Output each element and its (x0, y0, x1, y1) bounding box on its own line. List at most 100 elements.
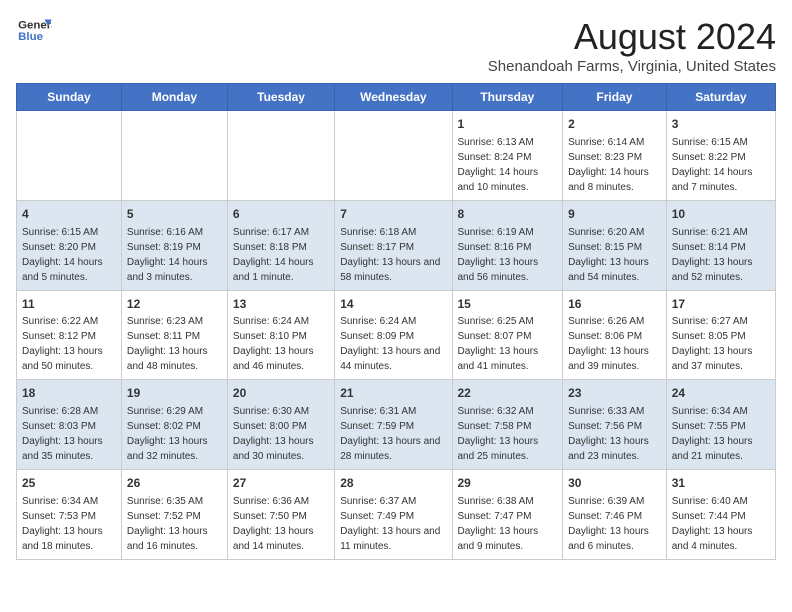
day-cell: 30 Sunrise: 6:39 AM Sunset: 7:46 PM Dayli… (563, 470, 667, 560)
svg-text:Blue: Blue (18, 31, 43, 43)
day-number: 4 (22, 206, 116, 223)
header-cell-wednesday: Wednesday (335, 84, 452, 111)
day-info: Sunrise: 6:15 AM Sunset: 8:20 PM Dayligh… (22, 225, 116, 285)
day-info: Sunrise: 6:40 AM Sunset: 7:44 PM Dayligh… (672, 494, 770, 554)
day-number: 5 (127, 206, 222, 223)
day-cell: 11Sunrise: 6:22 AM Sunset: 8:12 PM Dayli… (17, 290, 122, 380)
day-info: Sunrise: 6:29 AM Sunset: 8:02 PM Dayligh… (127, 404, 222, 464)
day-number: 21 (340, 385, 446, 402)
day-info: Sunrise: 6:26 AM Sunset: 8:06 PM Dayligh… (568, 314, 661, 374)
day-number: 8 (458, 206, 558, 223)
day-number: 31 (672, 475, 770, 492)
day-cell: 27Sunrise: 6:36 AM Sunset: 7:50 PM Dayli… (227, 470, 334, 560)
header-cell-monday: Monday (121, 84, 227, 111)
day-cell: 8 Sunrise: 6:19 AM Sunset: 8:16 PM Daylig… (452, 200, 563, 290)
header-cell-sunday: Sunday (17, 84, 122, 111)
day-info: Sunrise: 6:16 AM Sunset: 8:19 PM Dayligh… (127, 225, 222, 285)
main-title: August 2024 (488, 16, 776, 58)
day-info: Sunrise: 6:34 AM Sunset: 7:55 PM Dayligh… (672, 404, 770, 464)
day-info: Sunrise: 6:24 AM Sunset: 8:10 PM Dayligh… (233, 314, 329, 374)
day-info: Sunrise: 6:38 AM Sunset: 7:47 PM Dayligh… (458, 494, 558, 554)
day-info: Sunrise: 6:25 AM Sunset: 8:07 PM Dayligh… (458, 314, 558, 374)
day-number: 15 (458, 296, 558, 313)
day-cell: 26 Sunrise: 6:35 AM Sunset: 7:52 PM Dayli… (121, 470, 227, 560)
week-row-3: 11Sunrise: 6:22 AM Sunset: 8:12 PM Dayli… (17, 290, 776, 380)
day-cell: 15Sunrise: 6:25 AM Sunset: 8:07 PM Dayli… (452, 290, 563, 380)
page-header: General Blue August 2024 Shenandoah Farm… (16, 16, 776, 75)
day-cell: 7 Sunrise: 6:18 AM Sunset: 8:17 PM Daylig… (335, 200, 452, 290)
day-number: 30 (568, 475, 661, 492)
day-cell: 9Sunrise: 6:20 AM Sunset: 8:15 PM Daylig… (563, 200, 667, 290)
day-info: Sunrise: 6:13 AM Sunset: 8:24 PM Dayligh… (458, 135, 558, 195)
day-info: Sunrise: 6:30 AM Sunset: 8:00 PM Dayligh… (233, 404, 329, 464)
week-row-4: 18Sunrise: 6:28 AM Sunset: 8:03 PM Dayli… (17, 380, 776, 470)
day-cell: 5 Sunrise: 6:16 AM Sunset: 8:19 PM Daylig… (121, 200, 227, 290)
day-info: Sunrise: 6:15 AM Sunset: 8:22 PM Dayligh… (672, 135, 770, 195)
day-number: 1 (458, 116, 558, 133)
week-row-1: 1 Sunrise: 6:13 AM Sunset: 8:24 PM Daylig… (17, 111, 776, 201)
day-info: Sunrise: 6:22 AM Sunset: 8:12 PM Dayligh… (22, 314, 116, 374)
day-number: 7 (340, 206, 446, 223)
day-cell: 19Sunrise: 6:29 AM Sunset: 8:02 PM Dayli… (121, 380, 227, 470)
day-info: Sunrise: 6:39 AM Sunset: 7:46 PM Dayligh… (568, 494, 661, 554)
day-number: 26 (127, 475, 222, 492)
day-cell: 22Sunrise: 6:32 AM Sunset: 7:58 PM Dayli… (452, 380, 563, 470)
day-info: Sunrise: 6:18 AM Sunset: 8:17 PM Dayligh… (340, 225, 446, 285)
day-cell (335, 111, 452, 201)
day-info: Sunrise: 6:32 AM Sunset: 7:58 PM Dayligh… (458, 404, 558, 464)
day-info: Sunrise: 6:23 AM Sunset: 8:11 PM Dayligh… (127, 314, 222, 374)
day-cell: 17Sunrise: 6:27 AM Sunset: 8:05 PM Dayli… (666, 290, 775, 380)
day-number: 28 (340, 475, 446, 492)
day-cell: 21 Sunrise: 6:31 AM Sunset: 7:59 PM Dayli… (335, 380, 452, 470)
day-cell: 13Sunrise: 6:24 AM Sunset: 8:10 PM Dayli… (227, 290, 334, 380)
day-number: 29 (458, 475, 558, 492)
day-cell (17, 111, 122, 201)
day-number: 25 (22, 475, 116, 492)
day-cell: 24 Sunrise: 6:34 AM Sunset: 7:55 PM Dayli… (666, 380, 775, 470)
day-info: Sunrise: 6:31 AM Sunset: 7:59 PM Dayligh… (340, 404, 446, 464)
header-cell-friday: Friday (563, 84, 667, 111)
day-number: 11 (22, 296, 116, 313)
header-row: SundayMondayTuesdayWednesdayThursdayFrid… (17, 84, 776, 111)
header-cell-tuesday: Tuesday (227, 84, 334, 111)
day-cell: 10Sunrise: 6:21 AM Sunset: 8:14 PM Dayli… (666, 200, 775, 290)
week-row-5: 25 Sunrise: 6:34 AM Sunset: 7:53 PM Dayli… (17, 470, 776, 560)
day-cell (121, 111, 227, 201)
day-number: 6 (233, 206, 329, 223)
day-info: Sunrise: 6:33 AM Sunset: 7:56 PM Dayligh… (568, 404, 661, 464)
day-info: Sunrise: 6:17 AM Sunset: 8:18 PM Dayligh… (233, 225, 329, 285)
day-cell: 3 Sunrise: 6:15 AM Sunset: 8:22 PM Daylig… (666, 111, 775, 201)
day-cell: 25 Sunrise: 6:34 AM Sunset: 7:53 PM Dayli… (17, 470, 122, 560)
day-number: 24 (672, 385, 770, 402)
day-number: 9 (568, 206, 661, 223)
day-info: Sunrise: 6:34 AM Sunset: 7:53 PM Dayligh… (22, 494, 116, 554)
day-cell: 14Sunrise: 6:24 AM Sunset: 8:09 PM Dayli… (335, 290, 452, 380)
day-number: 16 (568, 296, 661, 313)
day-number: 10 (672, 206, 770, 223)
day-number: 13 (233, 296, 329, 313)
week-row-2: 4 Sunrise: 6:15 AM Sunset: 8:20 PM Daylig… (17, 200, 776, 290)
header-cell-saturday: Saturday (666, 84, 775, 111)
day-info: Sunrise: 6:28 AM Sunset: 8:03 PM Dayligh… (22, 404, 116, 464)
day-info: Sunrise: 6:36 AM Sunset: 7:50 PM Dayligh… (233, 494, 329, 554)
logo: General Blue (16, 16, 52, 46)
day-info: Sunrise: 6:24 AM Sunset: 8:09 PM Dayligh… (340, 314, 446, 374)
day-cell: 12Sunrise: 6:23 AM Sunset: 8:11 PM Dayli… (121, 290, 227, 380)
day-info: Sunrise: 6:19 AM Sunset: 8:16 PM Dayligh… (458, 225, 558, 285)
title-section: August 2024 Shenandoah Farms, Virginia, … (488, 16, 776, 75)
day-cell (227, 111, 334, 201)
day-cell: 29 Sunrise: 6:38 AM Sunset: 7:47 PM Dayli… (452, 470, 563, 560)
day-cell: 20 Sunrise: 6:30 AM Sunset: 8:00 PM Dayli… (227, 380, 334, 470)
day-cell: 2Sunrise: 6:14 AM Sunset: 8:23 PM Daylig… (563, 111, 667, 201)
day-cell: 16Sunrise: 6:26 AM Sunset: 8:06 PM Dayli… (563, 290, 667, 380)
day-info: Sunrise: 6:27 AM Sunset: 8:05 PM Dayligh… (672, 314, 770, 374)
logo-icon: General Blue (16, 16, 52, 46)
day-info: Sunrise: 6:14 AM Sunset: 8:23 PM Dayligh… (568, 135, 661, 195)
day-info: Sunrise: 6:35 AM Sunset: 7:52 PM Dayligh… (127, 494, 222, 554)
day-cell: 23Sunrise: 6:33 AM Sunset: 7:56 PM Dayli… (563, 380, 667, 470)
day-cell: 31 Sunrise: 6:40 AM Sunset: 7:44 PM Dayli… (666, 470, 775, 560)
calendar-table: SundayMondayTuesdayWednesdayThursdayFrid… (16, 83, 776, 560)
day-number: 3 (672, 116, 770, 133)
day-number: 20 (233, 385, 329, 402)
day-info: Sunrise: 6:37 AM Sunset: 7:49 PM Dayligh… (340, 494, 446, 554)
